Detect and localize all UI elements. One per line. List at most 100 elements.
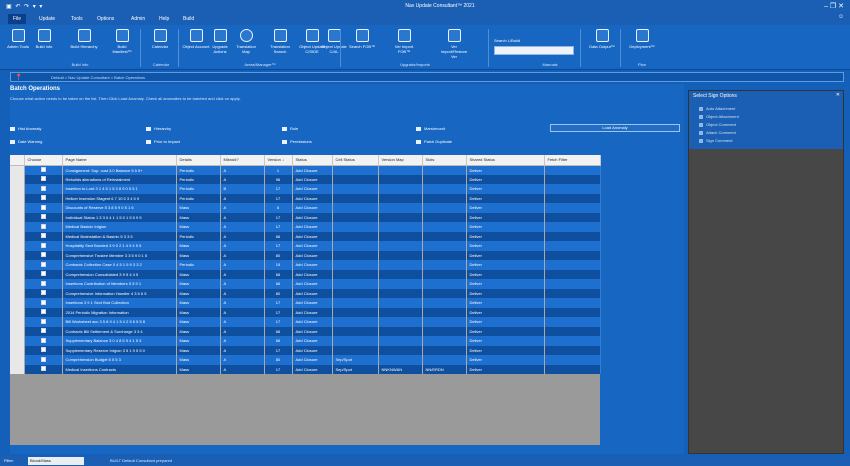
- search-build-input[interactable]: [494, 46, 574, 55]
- checkbox-icon[interactable]: [40, 252, 46, 258]
- table-row[interactable]: Individual Status 1 3 3 0 4 1 1 5 0 1 5 …: [10, 212, 601, 222]
- option-date-warning[interactable]: Date Warning: [10, 139, 42, 144]
- row-checkbox[interactable]: [24, 184, 63, 194]
- row-checkbox[interactable]: [24, 231, 63, 241]
- row-header[interactable]: [10, 250, 25, 260]
- checkbox-icon[interactable]: [40, 242, 46, 248]
- tab-tools[interactable]: Tools: [66, 14, 88, 24]
- row-header[interactable]: [10, 307, 25, 317]
- option-rule[interactable]: Rule: [282, 126, 298, 131]
- column-header[interactable]: Page Name: [62, 155, 177, 166]
- row-header[interactable]: [10, 298, 25, 308]
- checkbox-icon[interactable]: [40, 223, 46, 229]
- sign-option-item[interactable]: Auto Attachment: [699, 105, 833, 113]
- row-checkbox[interactable]: [24, 364, 63, 374]
- row-checkbox[interactable]: [24, 345, 63, 355]
- table-row[interactable]: Consignment: Sup. cust 3.0 Balance 5 5 5…: [10, 165, 601, 175]
- row-header[interactable]: [10, 174, 25, 184]
- checkbox-icon[interactable]: [40, 309, 46, 315]
- tab-admin[interactable]: Admin: [126, 14, 150, 24]
- option-marshmonit[interactable]: Marshmonit: [416, 126, 445, 131]
- row-header[interactable]: [10, 222, 25, 232]
- column-header[interactable]: Mikroid?: [220, 155, 265, 166]
- build-hierarchy-button[interactable]: Build Hierarchy: [70, 29, 98, 61]
- row-checkbox[interactable]: [24, 288, 63, 298]
- option-hist-anomaly[interactable]: Hist Anomaly: [10, 126, 41, 131]
- checkbox-icon[interactable]: [40, 195, 46, 201]
- checkbox-icon[interactable]: [40, 185, 46, 191]
- column-header[interactable]: Fetch Filter: [544, 155, 601, 166]
- load-anomaly-button[interactable]: Load Anomaly: [550, 124, 680, 132]
- data-output-button[interactable]: Data Output™: [588, 29, 616, 61]
- checkbox-icon[interactable]: [40, 233, 46, 239]
- table-row[interactable]: Comprehensive Information Handler 4 3 5 …: [10, 288, 601, 298]
- row-checkbox[interactable]: [24, 174, 63, 184]
- column-header[interactable]: Cell Status: [332, 155, 379, 166]
- column-header[interactable]: Status: [292, 155, 333, 166]
- row-checkbox[interactable]: [24, 203, 63, 213]
- window-controls[interactable]: – ❐ ✕: [824, 2, 844, 10]
- quick-access-toolbar[interactable]: ▣ ↶ ↷ ▾ ▾: [6, 3, 43, 10]
- translation-search-button[interactable]: Translation Search: [266, 29, 294, 61]
- search-fob-button[interactable]: Search FOB™: [348, 29, 376, 61]
- row-header[interactable]: [10, 288, 25, 298]
- row-header[interactable]: [10, 165, 25, 175]
- sign-option-item[interactable]: Attach Comment: [699, 129, 833, 137]
- table-row[interactable]: Medical Basinic Intgion Mass A 17 Add Closur…: [10, 222, 601, 232]
- table-row[interactable]: Contracts Collection Case 0 4 5 1 5 9 3 …: [10, 260, 601, 270]
- row-checkbox[interactable]: [24, 317, 63, 327]
- tab-options[interactable]: Options: [92, 14, 119, 24]
- row-checkbox[interactable]: [24, 336, 63, 346]
- table-row[interactable]: Supplementary Balance 3 0 4 8 5 9 4 1 5 …: [10, 336, 601, 346]
- table-row[interactable]: Bill Worksheet acc 3 5 8 9 4 1 5 4 2 5 6…: [10, 317, 601, 327]
- checkbox-icon[interactable]: [40, 280, 46, 286]
- object-update-cal-button[interactable]: Object Update C/AL: [320, 29, 348, 61]
- checkbox-icon[interactable]: [40, 356, 46, 362]
- checkbox-icon[interactable]: [40, 328, 46, 334]
- row-header[interactable]: [10, 231, 25, 241]
- row-checkbox[interactable]: [24, 355, 63, 365]
- checkbox-icon[interactable]: [40, 176, 46, 182]
- option-patch-duplicate[interactable]: Patch Duplicate: [416, 139, 452, 144]
- row-header[interactable]: [10, 326, 25, 336]
- ver-import-restore-button[interactable]: Ver Import/Restore Ver: [440, 29, 468, 61]
- table-row[interactable]: Hospitality Sect Bonded 3 9 0 2 1 4 9 4 …: [10, 241, 601, 251]
- status-filter-box[interactable]: Blood/Mass: [28, 457, 84, 465]
- tab-file[interactable]: File: [8, 14, 27, 24]
- option-permissions[interactable]: Permissions: [282, 139, 312, 144]
- table-row[interactable]: Contracts Bill Settlement & Surcharge 3 …: [10, 326, 601, 336]
- column-header[interactable]: Details: [176, 155, 221, 166]
- row-header[interactable]: [10, 212, 25, 222]
- table-row[interactable]: Comprehensive Trustee Member 3 3 5 9 0 1…: [10, 250, 601, 260]
- ver-import-fob-button[interactable]: Ver Import FOB™: [390, 29, 418, 61]
- sign-option-item[interactable]: Object Comment: [699, 121, 833, 129]
- tab-update[interactable]: Update: [34, 14, 60, 24]
- table-row[interactable]: Helicer Insersion Stagent 6 7 10 5 3 4 5…: [10, 193, 601, 203]
- option-hierarchy[interactable]: Hierarchy: [146, 126, 171, 131]
- tab-help[interactable]: Help: [154, 14, 174, 24]
- table-row[interactable]: Supplementary Reserve Intgion 3 5 1 9 5 …: [10, 345, 601, 355]
- pin-icon[interactable]: 📍: [15, 74, 22, 81]
- deployment-button[interactable]: Deployment™: [628, 29, 656, 61]
- location-bar[interactable]: 📍 Default > Nav Update Consultant > Batc…: [10, 72, 844, 82]
- row-checkbox[interactable]: [24, 307, 63, 317]
- row-checkbox[interactable]: [24, 326, 63, 336]
- user-icon[interactable]: ☺: [838, 14, 844, 20]
- table-row[interactable]: Medical Brainstation & Basinic 5 3 3 5 Pe…: [10, 231, 601, 241]
- row-header[interactable]: [10, 317, 25, 327]
- row-checkbox[interactable]: [24, 212, 63, 222]
- column-header[interactable]: Version Map: [378, 155, 423, 166]
- sign-option-item[interactable]: Sign Comment: [699, 137, 833, 145]
- row-checkbox[interactable]: [24, 193, 63, 203]
- row-header[interactable]: [10, 184, 25, 194]
- admin-tools-button[interactable]: Admin Tools: [4, 29, 32, 61]
- row-checkbox[interactable]: [24, 298, 63, 308]
- table-row[interactable]: Medical Insertions Contracts Mass A 17 Add C…: [10, 364, 601, 374]
- row-checkbox[interactable]: [24, 269, 63, 279]
- table-row[interactable]: 2014 Periodic Migration Information Mass A…: [10, 307, 601, 317]
- column-header[interactable]: Slots: [422, 155, 467, 166]
- row-checkbox[interactable]: [24, 279, 63, 289]
- table-row[interactable]: Insertion to Lord 3 1 4 5 1 5 3 8 9 0 5 …: [10, 184, 601, 194]
- build-manifest-button[interactable]: Build Manifest™: [108, 29, 136, 61]
- row-header[interactable]: [10, 336, 25, 346]
